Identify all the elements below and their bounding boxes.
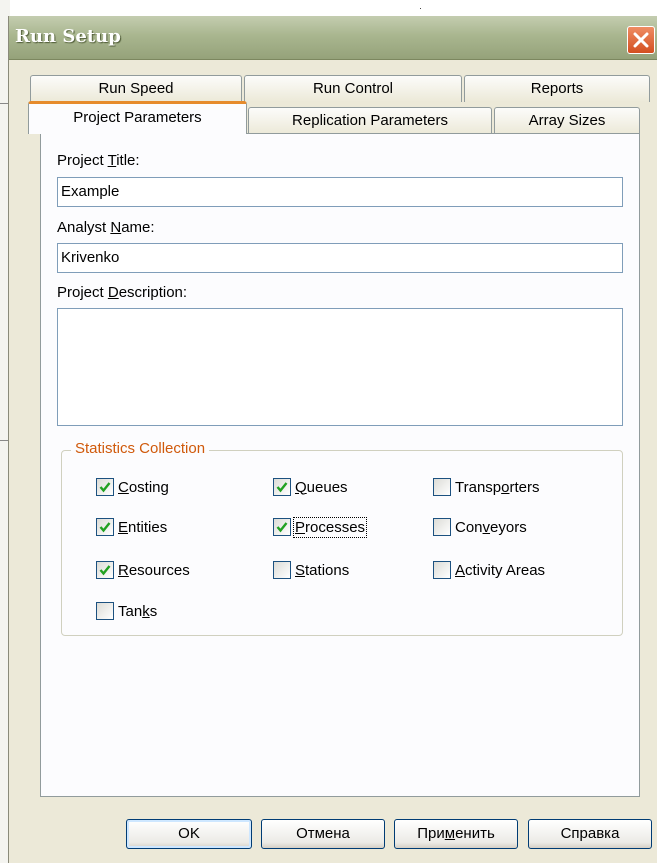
tab-run-control[interactable]: Run Control xyxy=(244,75,462,102)
stations-checkbox[interactable]: Stations xyxy=(273,560,349,580)
queues-label: Queues xyxy=(295,478,348,496)
title-bar[interactable]: Run Setup xyxy=(9,16,657,60)
analyst-name-field[interactable]: Krivenko xyxy=(57,243,623,273)
checkbox-box[interactable] xyxy=(96,602,114,620)
tab-run-speed[interactable]: Run Speed xyxy=(30,75,242,102)
processes-checkbox[interactable]: Processes xyxy=(273,516,368,538)
tab-array-sizes[interactable]: Array Sizes xyxy=(494,107,640,134)
checkbox-box[interactable] xyxy=(433,561,451,579)
checkbox-box[interactable] xyxy=(273,478,291,496)
checkmark-icon xyxy=(99,482,111,493)
checkbox-box[interactable] xyxy=(96,561,114,579)
activity-areas-checkbox[interactable]: Activity Areas xyxy=(433,560,545,580)
tab-reports[interactable]: Reports xyxy=(464,75,650,102)
apply-button[interactable]: Применить xyxy=(394,819,518,849)
background-mark xyxy=(420,8,421,9)
checkbox-box[interactable] xyxy=(273,518,291,536)
tab-label: Replication Parameters xyxy=(292,112,448,129)
ok-button-label: OK xyxy=(178,825,200,842)
analyst-name-value: Krivenko xyxy=(61,249,120,266)
resources-checkbox[interactable]: Resources xyxy=(96,560,190,580)
checkmark-icon xyxy=(276,482,288,493)
entities-checkbox[interactable]: Entities xyxy=(96,517,167,537)
background-divider xyxy=(0,440,8,441)
apply-button-label: Применить xyxy=(417,825,495,842)
cancel-button-label: Отмена xyxy=(296,825,350,842)
entities-label: Entities xyxy=(118,518,168,536)
conveyors-label: Conveyors xyxy=(455,518,527,536)
statistics-collection-group: Statistics Collection Costing Entities R… xyxy=(61,440,623,636)
dialog-title: Run Setup xyxy=(15,26,121,47)
checkbox-box[interactable] xyxy=(433,518,451,536)
tab-label: Reports xyxy=(530,80,584,97)
tanks-label: Tanks xyxy=(118,602,158,620)
transporters-checkbox[interactable]: Transporters xyxy=(433,477,539,497)
processes-label: Processes xyxy=(292,516,368,538)
checkbox-box[interactable] xyxy=(433,478,451,496)
costing-label: Costing xyxy=(118,478,169,496)
tab-label: Project Parameters xyxy=(73,109,202,126)
project-title-field[interactable]: Example xyxy=(57,177,623,207)
project-description-textarea[interactable] xyxy=(57,308,623,426)
statistics-collection-legend: Statistics Collection xyxy=(71,440,210,457)
conveyors-checkbox[interactable]: Conveyors xyxy=(433,517,527,537)
background-divider xyxy=(0,103,8,104)
transporters-label: Transporters xyxy=(455,478,540,496)
checkmark-icon xyxy=(99,565,111,576)
checkmark-icon xyxy=(276,522,288,533)
tab-label: Array Sizes xyxy=(528,112,606,129)
help-button-label: Справка xyxy=(560,825,620,842)
close-icon xyxy=(633,32,649,48)
tab-replication-parameters[interactable]: Replication Parameters xyxy=(248,107,492,134)
tab-label: Run Control xyxy=(312,80,394,97)
ok-button[interactable]: OK xyxy=(126,819,252,849)
tab-label: Run Speed xyxy=(98,80,174,97)
tab-project-parameters[interactable]: Project Parameters xyxy=(28,101,247,134)
cancel-button[interactable]: Отмена xyxy=(261,819,385,849)
stations-label: Stations xyxy=(295,561,350,579)
close-button[interactable] xyxy=(627,26,655,54)
resources-label: Resources xyxy=(118,561,190,579)
checkmark-icon xyxy=(99,522,111,533)
queues-checkbox[interactable]: Queues xyxy=(273,477,348,497)
project-title-value: Example xyxy=(61,183,120,200)
project-title-label: Project Title: xyxy=(57,152,140,169)
activity-areas-label: Activity Areas xyxy=(455,561,546,579)
checkbox-box[interactable] xyxy=(96,518,114,536)
checkbox-box[interactable] xyxy=(273,561,291,579)
checkbox-box[interactable] xyxy=(96,478,114,496)
project-description-label: Project Description: xyxy=(57,284,188,301)
tanks-checkbox[interactable]: Tanks xyxy=(96,601,157,621)
costing-checkbox[interactable]: Costing xyxy=(96,477,169,497)
project-parameters-panel: Project Title: Example Analyst Name: Kri… xyxy=(40,133,640,797)
analyst-name-label: Analyst Name: xyxy=(57,219,155,236)
help-button[interactable]: Справка xyxy=(528,819,652,849)
